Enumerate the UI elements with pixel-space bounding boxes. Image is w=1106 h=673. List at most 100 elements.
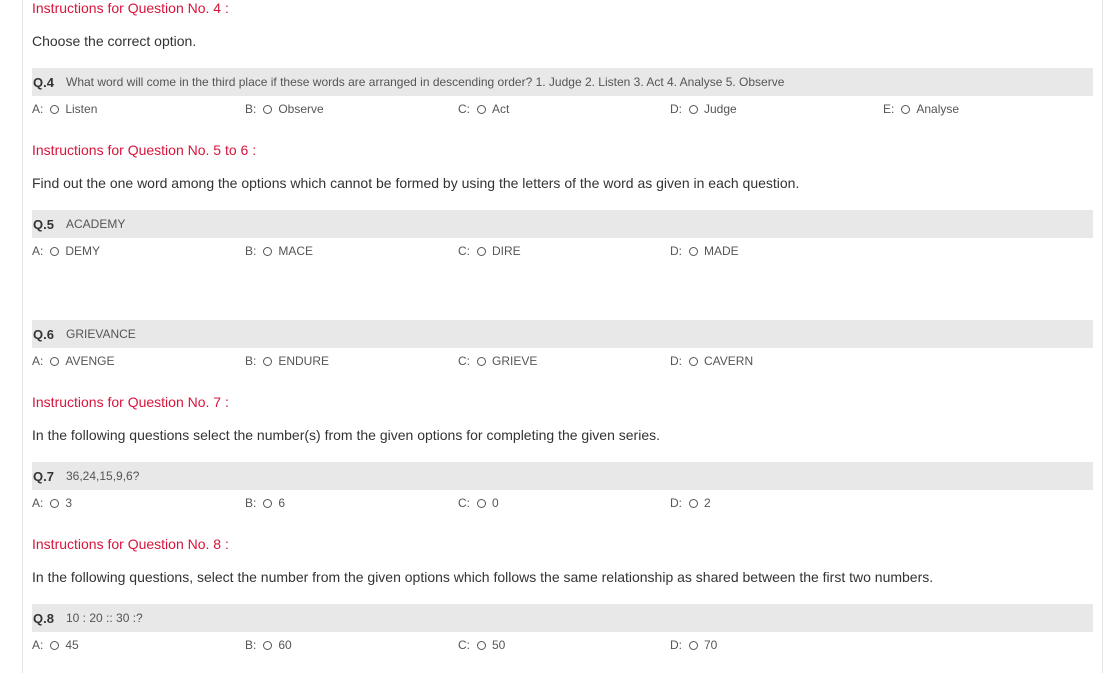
option-b[interactable]: B: 60	[245, 638, 292, 652]
option-d[interactable]: D: MADE	[670, 244, 739, 258]
instruction-text: Choose the correct option.	[32, 33, 197, 49]
radio-button[interactable]	[263, 356, 273, 366]
instruction-text: In the following questions select the nu…	[32, 427, 660, 443]
option-a[interactable]: A: Listen	[32, 102, 97, 116]
option-a[interactable]: A: 3	[32, 496, 72, 510]
option-b[interactable]: B: ENDURE	[245, 354, 329, 368]
option-label: 60	[278, 638, 292, 652]
option-letter: A:	[32, 638, 44, 652]
question-text: GRIEVANCE	[66, 327, 136, 341]
option-label: Act	[492, 102, 510, 116]
option-c[interactable]: C: Act	[458, 102, 509, 116]
radio-button[interactable]	[50, 640, 60, 650]
option-b[interactable]: B: Observe	[245, 102, 324, 116]
option-label: 0	[492, 496, 499, 510]
instruction-heading: Instructions for Question No. 8 :	[32, 536, 229, 552]
option-letter: D:	[670, 244, 682, 258]
option-letter: A:	[32, 496, 44, 510]
option-letter: B:	[245, 638, 257, 652]
question-text: ACADEMY	[66, 217, 126, 231]
radio-button[interactable]	[50, 498, 60, 508]
option-a[interactable]: A: DEMY	[32, 244, 100, 258]
option-letter: C:	[458, 102, 470, 116]
option-letter: C:	[458, 496, 470, 510]
radio-button[interactable]	[263, 640, 273, 650]
option-letter: A:	[32, 244, 44, 258]
option-c[interactable]: C: DIRE	[458, 244, 521, 258]
option-letter: B:	[245, 354, 257, 368]
option-label: ENDURE	[278, 354, 330, 368]
option-c[interactable]: C: 0	[458, 496, 499, 510]
instruction-text: Find out the one word among the options …	[32, 175, 800, 191]
radio-button[interactable]	[263, 104, 273, 114]
question-bar: Q.5 ACADEMY	[32, 210, 1093, 238]
option-label: DIRE	[492, 244, 521, 258]
option-label: CAVERN	[704, 354, 754, 368]
option-label: Analyse	[916, 102, 960, 116]
question-bar: Q.4 What word will come in the third pla…	[32, 68, 1093, 96]
option-a[interactable]: A: 45	[32, 638, 79, 652]
option-c[interactable]: C: GRIEVE	[458, 354, 537, 368]
option-letter: E:	[883, 102, 895, 116]
instruction-heading: Instructions for Question No. 5 to 6 :	[32, 142, 257, 158]
option-label: GRIEVE	[492, 354, 538, 368]
question-bar: Q.7 36,24,15,9,6?	[32, 462, 1093, 490]
radio-button[interactable]	[689, 640, 698, 650]
option-d[interactable]: D: CAVERN	[670, 354, 753, 368]
option-letter: D:	[670, 354, 682, 368]
option-label: Listen	[65, 102, 98, 116]
radio-button[interactable]	[263, 246, 273, 256]
option-letter: C:	[458, 354, 470, 368]
option-d[interactable]: D: 2	[670, 496, 711, 510]
question-number: Q.7	[33, 468, 54, 484]
radio-button[interactable]	[477, 640, 486, 650]
option-label: 2	[704, 496, 711, 510]
option-b[interactable]: B: 6	[245, 496, 285, 510]
radio-button[interactable]	[477, 104, 486, 114]
option-b[interactable]: B: MACE	[245, 244, 313, 258]
option-label: 3	[65, 496, 73, 510]
question-text: What word will come in the third place i…	[66, 75, 785, 89]
radio-button[interactable]	[689, 246, 698, 256]
question-bar: Q.8 10 : 20 :: 30 :?	[32, 604, 1093, 632]
option-label: 50	[492, 638, 506, 652]
option-letter: C:	[458, 638, 470, 652]
instruction-heading: Instructions for Question No. 7 :	[32, 394, 229, 410]
option-d[interactable]: D: 70	[670, 638, 717, 652]
option-label: DEMY	[65, 244, 101, 258]
option-label: AVENGE	[65, 354, 115, 368]
option-letter: B:	[245, 244, 257, 258]
option-label: MACE	[278, 244, 314, 258]
option-letter: D:	[670, 496, 682, 510]
radio-button[interactable]	[901, 104, 911, 114]
question-text: 10 : 20 :: 30 :?	[66, 611, 143, 625]
radio-button[interactable]	[689, 104, 698, 114]
option-label: 45	[65, 638, 79, 652]
question-number: Q.6	[33, 326, 54, 342]
option-label: Judge	[704, 102, 737, 116]
option-letter: A:	[32, 102, 44, 116]
option-letter: D:	[670, 102, 682, 116]
option-d[interactable]: D: Judge	[670, 102, 737, 116]
radio-button[interactable]	[689, 498, 698, 508]
option-c[interactable]: C: 50	[458, 638, 505, 652]
radio-button[interactable]	[689, 356, 698, 366]
instruction-heading: Instructions for Question No. 4 :	[32, 0, 229, 16]
option-label: MADE	[704, 244, 739, 258]
radio-button[interactable]	[50, 104, 60, 114]
radio-button[interactable]	[477, 356, 486, 366]
option-e[interactable]: E: Analyse	[883, 102, 959, 116]
radio-button[interactable]	[477, 246, 486, 256]
option-a[interactable]: A: AVENGE	[32, 354, 114, 368]
radio-button[interactable]	[50, 356, 60, 366]
question-number: Q.4	[33, 74, 54, 90]
option-letter: A:	[32, 354, 44, 368]
option-label: 70	[704, 638, 718, 652]
radio-button[interactable]	[477, 498, 486, 508]
radio-button[interactable]	[50, 246, 60, 256]
option-label: Observe	[278, 102, 324, 116]
question-bar: Q.6 GRIEVANCE	[32, 320, 1093, 348]
question-number: Q.5	[33, 216, 54, 232]
option-letter: B:	[245, 496, 257, 510]
radio-button[interactable]	[263, 498, 273, 508]
